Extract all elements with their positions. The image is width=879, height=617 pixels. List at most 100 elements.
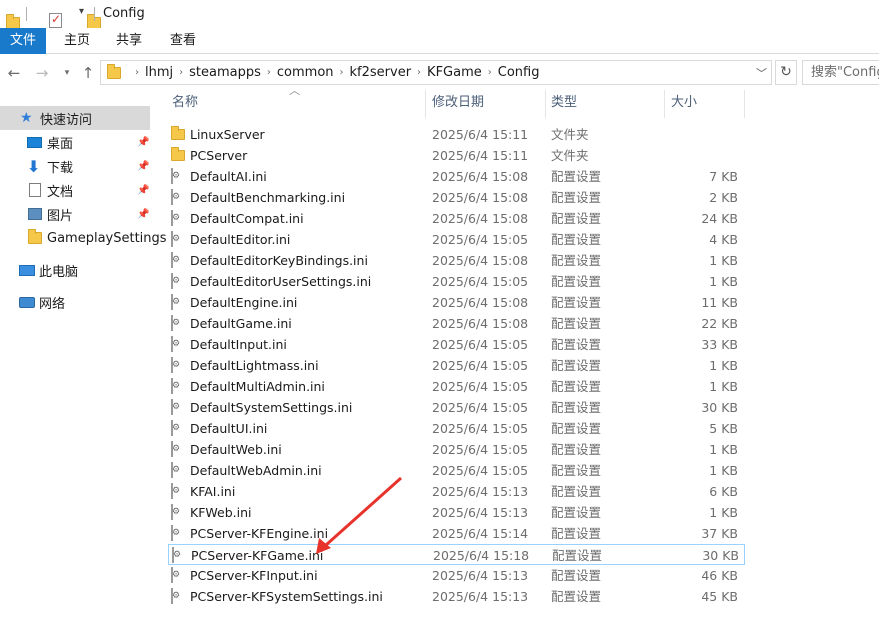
sidebar-item-desktop[interactable]: 桌面 📌 (0, 130, 150, 154)
file-name: DefaultAI.ini (190, 169, 267, 184)
navigation-pane: ★ 快速访问 桌面 📌 ⬇ 下载 📌 文档 📌 图片 📌 GameplaySet… (0, 96, 167, 617)
pin-icon[interactable]: 📌 (137, 137, 149, 148)
file-name: DefaultLightmass.ini (190, 358, 319, 373)
file-name: DefaultUI.ini (190, 421, 268, 436)
file-row[interactable]: DefaultLightmass.ini 2025/6/4 15:05 配置设置 1 … (168, 355, 745, 376)
file-row[interactable]: DefaultCompat.ini 2025/6/4 15:08 配置设置 24 KB (168, 208, 745, 229)
file-size: 1 KB (709, 358, 738, 373)
sort-ascending-icon: ︿ (289, 84, 300, 97)
file-name: DefaultWeb.ini (190, 442, 282, 457)
file-name: LinuxServer (190, 127, 265, 142)
column-divider[interactable] (425, 90, 426, 118)
pin-icon[interactable]: 📌 (137, 161, 149, 172)
file-size: 1 KB (709, 379, 738, 394)
file-size: 6 KB (709, 484, 738, 499)
file-size: 1 KB (709, 274, 738, 289)
file-name: PCServer-KFGame.ini (191, 548, 324, 563)
breadcrumb-kfgame[interactable]: KFGame (427, 65, 482, 80)
file-row[interactable]: DefaultUI.ini 2025/6/4 15:05 配置设置 5 KB (168, 418, 745, 439)
tab-file[interactable]: 文件 (0, 28, 46, 54)
column-header-type[interactable]: 类型 (551, 88, 577, 118)
breadcrumb-lhmj[interactable]: lhmj (145, 65, 173, 80)
sidebar-item-this-pc[interactable]: 此电脑 (0, 258, 150, 282)
file-row[interactable]: PCServer-KFEngine.ini 2025/6/4 15:14 配置设置 3… (168, 523, 745, 544)
file-type: 配置设置 (551, 463, 602, 478)
file-row[interactable]: DefaultSystemSettings.ini 2025/6/4 15:05 配… (168, 397, 745, 418)
config-file-icon (171, 273, 173, 289)
file-row[interactable]: PCServer-KFInput.ini 2025/6/4 15:13 配置设置 46… (168, 565, 745, 586)
file-size: 46 KB (701, 568, 738, 583)
column-header-size[interactable]: 大小 (671, 88, 697, 118)
sidebar-item-label: 此电脑 (39, 264, 79, 280)
file-date: 2025/6/4 15:05 (432, 421, 529, 436)
file-row[interactable]: KFAI.ini 2025/6/4 15:13 配置设置 6 KB (168, 481, 745, 502)
sidebar-item-label: GameplaySettings (47, 230, 167, 246)
file-row[interactable]: DefaultMultiAdmin.ini 2025/6/4 15:05 配置设置 1… (168, 376, 745, 397)
file-row[interactable]: PCServer-KFSystemSettings.ini 2025/6/4 15… (168, 586, 745, 607)
file-type: 配置设置 (551, 190, 602, 205)
file-type: 文件夹 (551, 127, 589, 142)
breadcrumb-common[interactable]: common (277, 65, 334, 80)
config-file-icon (171, 231, 173, 247)
column-divider[interactable] (744, 90, 745, 118)
file-row[interactable]: DefaultEditor.ini 2025/6/4 15:05 配置设置 4 KB (168, 229, 745, 250)
column-header-name[interactable]: 名称 (172, 88, 198, 118)
config-file-icon (171, 378, 173, 394)
file-row[interactable]: DefaultWeb.ini 2025/6/4 15:05 配置设置 1 KB (168, 439, 745, 460)
column-divider[interactable] (545, 90, 546, 118)
toolbar-divider (94, 7, 95, 21)
customize-toolbar-chevron-icon[interactable]: ▾ (79, 6, 84, 17)
back-arrow-icon[interactable]: ← (4, 63, 24, 83)
recent-locations-chevron-icon[interactable]: ▾ (57, 63, 77, 83)
file-row[interactable]: DefaultGame.ini 2025/6/4 15:08 配置设置 22 KB (168, 313, 745, 334)
tab-view[interactable]: 查看 (160, 28, 206, 54)
tab-home[interactable]: 主页 (54, 28, 100, 54)
file-row[interactable]: PCServer 2025/6/4 15:11 文件夹 (168, 145, 745, 166)
computer-icon (19, 264, 35, 276)
file-row[interactable]: DefaultInput.ini 2025/6/4 15:05 配置设置 33 KB (168, 334, 745, 355)
sidebar-item-quick-access[interactable]: ★ 快速访问 (0, 106, 150, 130)
file-row[interactable]: LinuxServer 2025/6/4 15:11 文件夹 (168, 124, 745, 145)
file-date: 2025/6/4 15:05 (432, 232, 529, 247)
file-size: 5 KB (709, 421, 738, 436)
breadcrumb-kf2server[interactable]: kf2server (350, 65, 412, 80)
column-divider[interactable] (664, 90, 665, 118)
refresh-icon[interactable]: ↻ (775, 60, 797, 85)
breadcrumb-separator-icon: › (417, 67, 422, 78)
sidebar-item-gameplaysettings[interactable]: GameplaySettings (0, 226, 167, 250)
config-file-icon (171, 441, 173, 457)
file-type: 配置设置 (551, 232, 602, 247)
file-row[interactable]: PCServer-KFGame.ini 2025/6/4 15:18 配置设置 30 … (168, 544, 745, 565)
sidebar-item-documents[interactable]: 文档 📌 (0, 178, 150, 202)
address-dropdown-chevron-icon[interactable]: ﹀ (756, 65, 767, 81)
sidebar-item-network[interactable]: 网络 (0, 290, 150, 314)
file-date: 2025/6/4 15:05 (432, 442, 529, 457)
file-size: 11 KB (701, 295, 738, 310)
title-bar: ▾ Config (0, 0, 879, 29)
file-date: 2025/6/4 15:08 (432, 316, 529, 331)
column-header-date[interactable]: 修改日期 (432, 88, 484, 118)
tab-share[interactable]: 共享 (106, 28, 152, 54)
properties-icon[interactable] (49, 12, 62, 28)
up-arrow-icon[interactable]: ↑ (78, 63, 98, 83)
pin-icon[interactable]: 📌 (137, 185, 149, 196)
sidebar-item-downloads[interactable]: ⬇ 下载 📌 (0, 154, 150, 178)
file-row[interactable]: DefaultEngine.ini 2025/6/4 15:08 配置设置 11 KB (168, 292, 745, 313)
file-row[interactable]: KFWeb.ini 2025/6/4 15:13 配置设置 1 KB (168, 502, 745, 523)
file-type: 配置设置 (551, 253, 602, 268)
file-row[interactable]: DefaultWebAdmin.ini 2025/6/4 15:05 配置设置 1 K… (168, 460, 745, 481)
search-input[interactable]: 搜索"Config" (802, 60, 879, 85)
file-size (668, 124, 738, 145)
breadcrumb-config[interactable]: Config (498, 65, 540, 80)
file-row[interactable]: DefaultEditorKeyBindings.ini 2025/6/4 15:… (168, 250, 745, 271)
navigation-bar: ← → ▾ ↑ › lhmj › steamapps › common › kf… (0, 58, 879, 88)
forward-arrow-icon[interactable]: → (32, 63, 52, 83)
file-row[interactable]: DefaultAI.ini 2025/6/4 15:08 配置设置 7 KB (168, 166, 745, 187)
file-row[interactable]: DefaultBenchmarking.ini 2025/6/4 15:08 配置设… (168, 187, 745, 208)
breadcrumb-steamapps[interactable]: steamapps (189, 65, 261, 80)
address-bar[interactable]: › lhmj › steamapps › common › kf2server … (100, 60, 772, 85)
breadcrumb-separator-icon: › (135, 67, 139, 78)
sidebar-item-pictures[interactable]: 图片 📌 (0, 202, 150, 226)
file-row[interactable]: DefaultEditorUserSettings.ini 2025/6/4 15… (168, 271, 745, 292)
pin-icon[interactable]: 📌 (137, 209, 149, 220)
